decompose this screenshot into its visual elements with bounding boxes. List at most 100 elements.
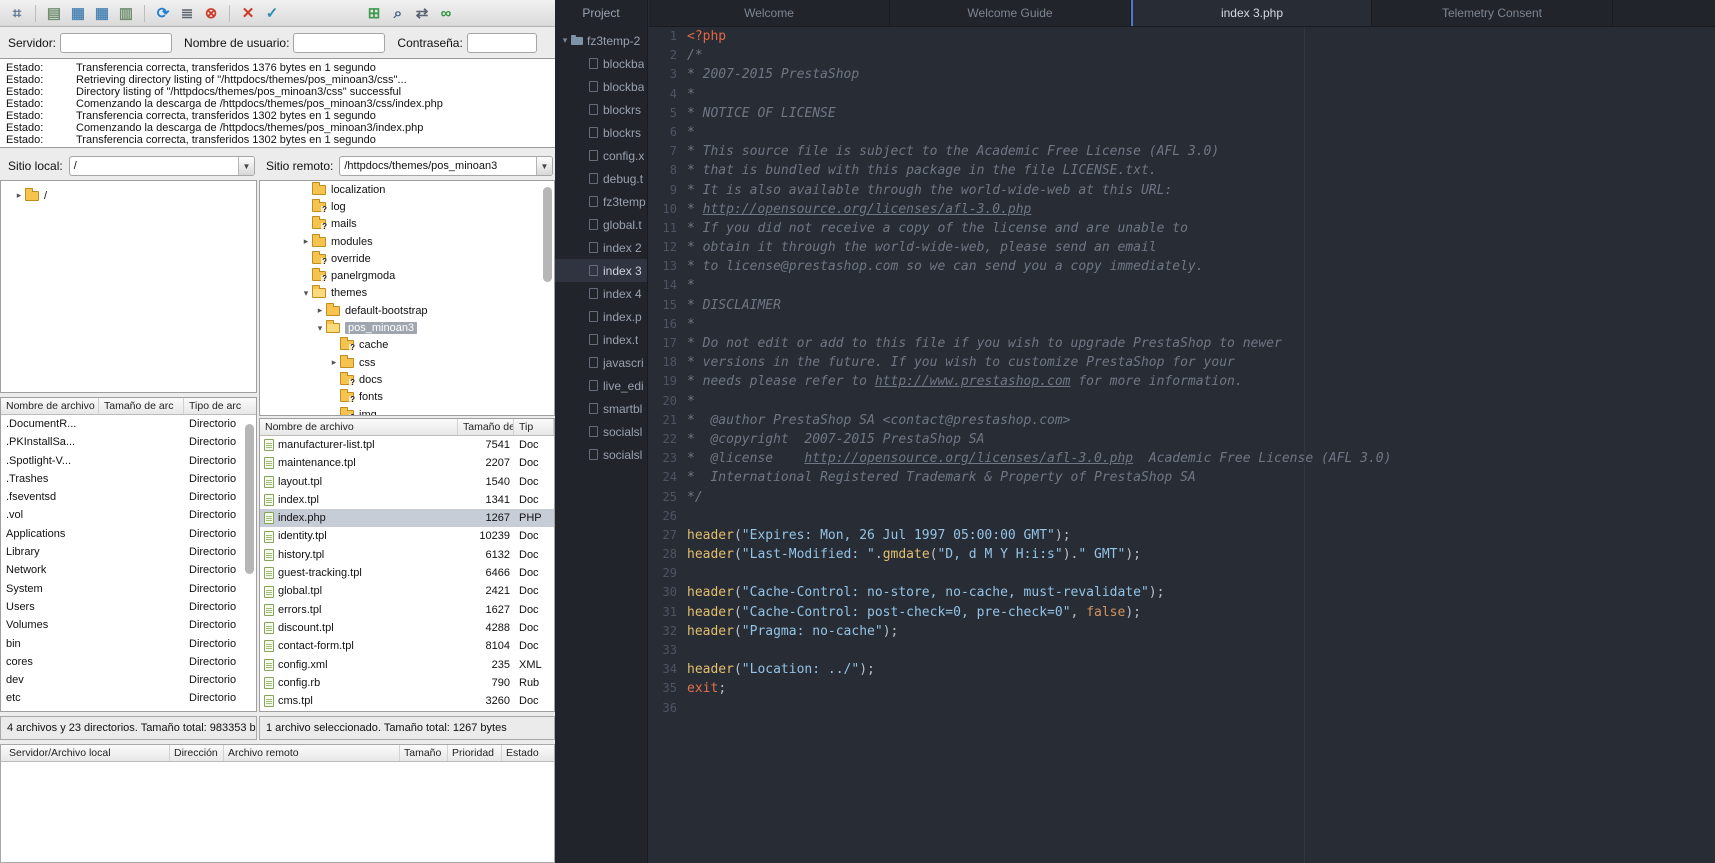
chevron-right-icon[interactable]: ▸: [314, 305, 326, 316]
file-row[interactable]: .DocumentR...Directorio: [1, 415, 256, 433]
code-line[interactable]: * versions in the future. If you wish to…: [687, 353, 1715, 372]
code-line[interactable]: * 2007-2015 PrestaShop: [687, 65, 1715, 84]
project-file-item[interactable]: blockrs: [555, 121, 647, 144]
code-line[interactable]: * NOTICE OF LICENSE: [687, 104, 1715, 123]
reconnect-icon[interactable]: ✓: [260, 2, 284, 24]
file-row[interactable]: .Spotlight-V...Directorio: [1, 452, 256, 470]
file-row[interactable]: discount.tpl4288Doc: [260, 619, 554, 637]
queue-column-header[interactable]: Tamaño: [399, 745, 441, 761]
file-row[interactable]: .volDirectorio: [1, 506, 256, 524]
file-row[interactable]: .fseventsdDirectorio: [1, 488, 256, 506]
message-log-icon[interactable]: ▤: [42, 2, 66, 24]
server-input[interactable]: [60, 33, 172, 53]
code-line[interactable]: * International Registered Trademark & P…: [687, 468, 1715, 487]
file-row[interactable]: index.tpl1341Doc: [260, 491, 554, 509]
remote-tree-item[interactable]: ?panelrgmoda: [260, 267, 554, 284]
code-line[interactable]: * This source file is subject to the Aca…: [687, 142, 1715, 161]
code-line[interactable]: * that is bundled with this package in t…: [687, 161, 1715, 180]
remote-file-list[interactable]: Nombre de archivoTamaño de arTip manufac…: [259, 418, 555, 712]
chevron-down-icon[interactable]: ▾: [559, 35, 571, 46]
code-line[interactable]: header("Expires: Mon, 26 Jul 1997 05:00:…: [687, 526, 1715, 545]
remote-tree-item[interactable]: ?override: [260, 250, 554, 267]
transfer-queue-icon[interactable]: ▥: [114, 2, 138, 24]
code-line[interactable]: [687, 641, 1715, 660]
site-manager-icon[interactable]: ⌗: [5, 2, 29, 24]
file-row[interactable]: devDirectorio: [1, 671, 256, 689]
project-file-item[interactable]: socialsl: [555, 420, 647, 443]
file-row[interactable]: ApplicationsDirectorio: [1, 525, 256, 543]
file-row[interactable]: LibraryDirectorio: [1, 543, 256, 561]
code-line[interactable]: * If you did not receive a copy of the l…: [687, 219, 1715, 238]
code-line[interactable]: header("Last-Modified: ".gmdate("D, d M …: [687, 545, 1715, 564]
remote-tree-item[interactable]: ▸css: [260, 354, 554, 371]
code-line[interactable]: *: [687, 315, 1715, 334]
editor-code[interactable]: <?php/** 2007-2015 PrestaShop** NOTICE O…: [687, 27, 1715, 718]
column-header[interactable]: Nombre de archivo: [260, 419, 458, 435]
code-line[interactable]: * obtain it through the world-wide-web, …: [687, 238, 1715, 257]
file-row[interactable]: index.php1267PHP: [260, 509, 554, 527]
file-row[interactable]: global.tpl2421Doc: [260, 582, 554, 600]
remote-tree-item[interactable]: ?log: [260, 198, 554, 215]
remote-tree-item[interactable]: ▸modules: [260, 233, 554, 250]
file-row[interactable]: binDirectorio: [1, 635, 256, 653]
project-file-item[interactable]: index 2: [555, 236, 647, 259]
file-row[interactable]: NetworkDirectorio: [1, 561, 256, 579]
project-file-item[interactable]: index 4: [555, 282, 647, 305]
chevron-down-icon[interactable]: ▾: [300, 288, 312, 299]
project-file-item[interactable]: index.t: [555, 328, 647, 351]
file-row[interactable]: guest-tracking.tpl6466Doc: [260, 564, 554, 582]
code-line[interactable]: [687, 507, 1715, 526]
process-queue-icon[interactable]: ≣: [175, 2, 199, 24]
project-folder-item[interactable]: ▾fz3temp-2: [555, 29, 647, 52]
code-line[interactable]: * http://opensource.org/licenses/afl-3.0…: [687, 200, 1715, 219]
chevron-right-icon[interactable]: ▸: [300, 236, 312, 247]
code-line[interactable]: header("Pragma: no-cache");: [687, 622, 1715, 641]
remote-tree-item[interactable]: ?fonts: [260, 389, 554, 406]
password-input[interactable]: [467, 33, 537, 53]
cancel-icon[interactable]: ⊗: [199, 2, 223, 24]
project-file-item[interactable]: blockba: [555, 75, 647, 98]
project-file-item[interactable]: smartbl: [555, 397, 647, 420]
file-row[interactable]: maintenance.tpl2207Doc: [260, 454, 554, 472]
project-file-item[interactable]: fz3temp: [555, 190, 647, 213]
remote-tree-item[interactable]: ?img: [260, 406, 554, 416]
code-line[interactable]: exit;: [687, 679, 1715, 698]
code-line[interactable]: * Do not edit or add to this file if you…: [687, 334, 1715, 353]
code-line[interactable]: <?php: [687, 27, 1715, 46]
disconnect-icon[interactable]: ✕: [236, 2, 260, 24]
code-line[interactable]: * needs please refer to http://www.prest…: [687, 372, 1715, 391]
remote-tree-item[interactable]: ?cache: [260, 337, 554, 354]
tab-telemetry-consent[interactable]: Telemetry Consent: [1372, 0, 1613, 26]
project-file-item[interactable]: blockrs: [555, 98, 647, 121]
file-row[interactable]: VolumesDirectorio: [1, 616, 256, 634]
remote-tree[interactable]: localization?log?mails▸modules?override?…: [259, 180, 555, 416]
status-log[interactable]: Estado:Transferencia correcta, transferi…: [0, 58, 555, 148]
scrollbar-thumb[interactable]: [543, 187, 552, 282]
code-line[interactable]: * It is also available through the world…: [687, 181, 1715, 200]
local-tree-icon[interactable]: ▦: [66, 2, 90, 24]
editor-pane[interactable]: 1234567891011121314151617181920212223242…: [649, 27, 1715, 863]
project-file-item[interactable]: debug.t: [555, 167, 647, 190]
code-line[interactable]: /*: [687, 46, 1715, 65]
file-row[interactable]: etcDirectorio: [1, 689, 256, 707]
code-line[interactable]: * DISCLAIMER: [687, 296, 1715, 315]
queue-column-header[interactable]: Prioridad: [447, 745, 494, 761]
project-file-item[interactable]: config.x: [555, 144, 647, 167]
code-line[interactable]: [687, 564, 1715, 583]
column-header[interactable]: Tipo de arc: [184, 398, 257, 414]
file-row[interactable]: contact-form.tpl8104Doc: [260, 637, 554, 655]
compare-icon[interactable]: ⌕: [386, 2, 410, 24]
code-line[interactable]: *: [687, 123, 1715, 142]
local-file-list[interactable]: Nombre de archivo∧Tamaño de arcTipo de a…: [0, 397, 257, 712]
tab-welcome-guide[interactable]: Welcome Guide: [890, 0, 1131, 26]
file-row[interactable]: .TrashesDirectorio: [1, 470, 256, 488]
file-row[interactable]: .PKInstallSa...Directorio: [1, 433, 256, 451]
file-row[interactable]: layout.tpl1540Doc: [260, 473, 554, 491]
remote-tree-item[interactable]: ▾themes: [260, 285, 554, 302]
tab-welcome[interactable]: Welcome: [649, 0, 890, 26]
file-row[interactable]: config.rb790Rub: [260, 674, 554, 692]
project-file-item[interactable]: socialsl: [555, 443, 647, 466]
file-row[interactable]: cms.tpl3260Doc: [260, 692, 554, 710]
column-header[interactable]: Tamaño de arc: [99, 398, 184, 414]
code-line[interactable]: * to license@prestashop.com so we can se…: [687, 257, 1715, 276]
